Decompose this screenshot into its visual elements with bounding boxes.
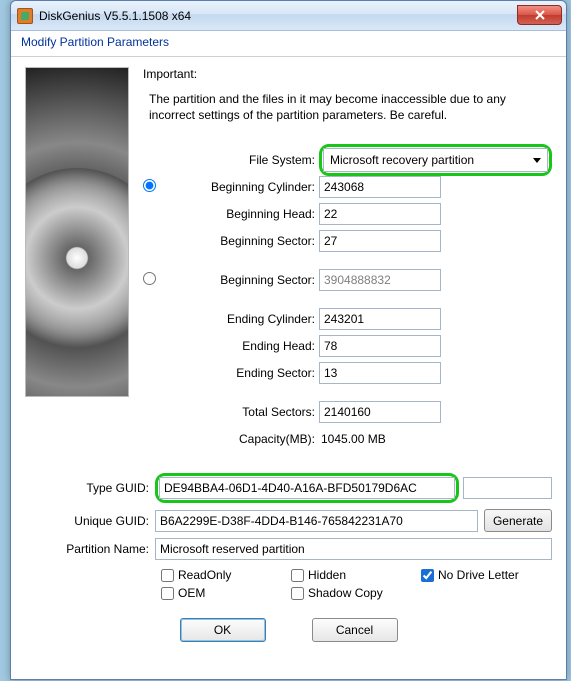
label-end-head: Ending Head: (161, 339, 319, 353)
dialog-window: DiskGenius V5.5.1.1508 x64 Modify Partit… (10, 0, 567, 680)
side-brand: DISKGENIUS (25, 244, 36, 326)
label-beg-sec2: Beginning Sector: (161, 273, 319, 287)
label-capacity: Capacity(MB): (161, 432, 319, 446)
checkbox-hidden[interactable]: Hidden (291, 568, 421, 582)
cancel-button[interactable]: Cancel (312, 618, 398, 642)
input-unique-guid[interactable] (155, 510, 478, 532)
label-beg-sec: Beginning Sector: (161, 234, 319, 248)
close-icon (534, 10, 546, 20)
input-total-sec[interactable] (319, 401, 441, 423)
chevron-down-icon (533, 158, 541, 163)
checkbox-readonly-box[interactable] (161, 569, 174, 582)
input-type-guid-extra[interactable] (463, 477, 552, 499)
input-end-cyl[interactable] (319, 308, 441, 330)
app-icon (17, 8, 33, 24)
label-end-cyl: Ending Cylinder: (161, 312, 319, 326)
important-heading: Important: (143, 67, 552, 81)
checkbox-shadow-copy-label: Shadow Copy (308, 586, 383, 600)
checkbox-shadow-copy-box[interactable] (291, 587, 304, 600)
generate-button[interactable]: Generate (484, 509, 552, 532)
dialog-body: DISKGENIUS Important: The partition and … (11, 57, 566, 679)
radio-lba-mode[interactable] (143, 272, 156, 285)
label-beg-head: Beginning Head: (161, 207, 319, 221)
input-beg-head[interactable] (319, 203, 441, 225)
side-image: DISKGENIUS (25, 67, 129, 397)
close-button[interactable] (517, 5, 562, 25)
ok-button[interactable]: OK (180, 618, 266, 642)
highlight-type-guid (155, 473, 459, 503)
window-title: DiskGenius V5.5.1.1508 x64 (39, 9, 517, 23)
label-partition-name: Partition Name: (25, 542, 155, 556)
checkbox-shadow-copy[interactable]: Shadow Copy (291, 586, 421, 600)
important-text: The partition and the files in it may be… (149, 91, 540, 123)
dialog-header: Modify Partition Parameters (11, 31, 566, 57)
input-partition-name[interactable] (155, 538, 552, 560)
input-beg-sec[interactable] (319, 230, 441, 252)
label-unique-guid: Unique GUID: (25, 514, 155, 528)
checkbox-no-drive-letter-label: No Drive Letter (438, 568, 519, 582)
checkbox-oem[interactable]: OEM (161, 586, 291, 600)
input-type-guid[interactable] (159, 477, 455, 499)
label-total-sec: Total Sectors: (161, 405, 319, 419)
label-end-sec: Ending Sector: (161, 366, 319, 380)
checkbox-hidden-label: Hidden (308, 568, 346, 582)
input-beg-cyl[interactable] (319, 176, 441, 198)
radio-chs-mode[interactable] (143, 179, 156, 192)
checkbox-no-drive-letter-box[interactable] (421, 569, 434, 582)
label-file-system: File System: (161, 153, 319, 167)
checkbox-no-drive-letter[interactable]: No Drive Letter (421, 568, 551, 582)
checkbox-hidden-box[interactable] (291, 569, 304, 582)
input-end-sec[interactable] (319, 362, 441, 384)
value-capacity: 1045.00 MB (319, 432, 386, 446)
checkbox-readonly-label: ReadOnly (178, 568, 231, 582)
titlebar[interactable]: DiskGenius V5.5.1.1508 x64 (11, 1, 566, 31)
input-end-head[interactable] (319, 335, 441, 357)
file-system-select[interactable]: Microsoft recovery partition (323, 148, 548, 172)
input-beg-sec-lba[interactable] (319, 269, 441, 291)
label-type-guid: Type GUID: (25, 481, 155, 495)
label-beg-cyl: Beginning Cylinder: (161, 180, 319, 194)
highlight-file-system: Microsoft recovery partition (319, 144, 552, 176)
checkbox-oem-label: OEM (178, 586, 205, 600)
checkbox-oem-box[interactable] (161, 587, 174, 600)
checkbox-readonly[interactable]: ReadOnly (161, 568, 291, 582)
file-system-value: Microsoft recovery partition (330, 153, 474, 167)
